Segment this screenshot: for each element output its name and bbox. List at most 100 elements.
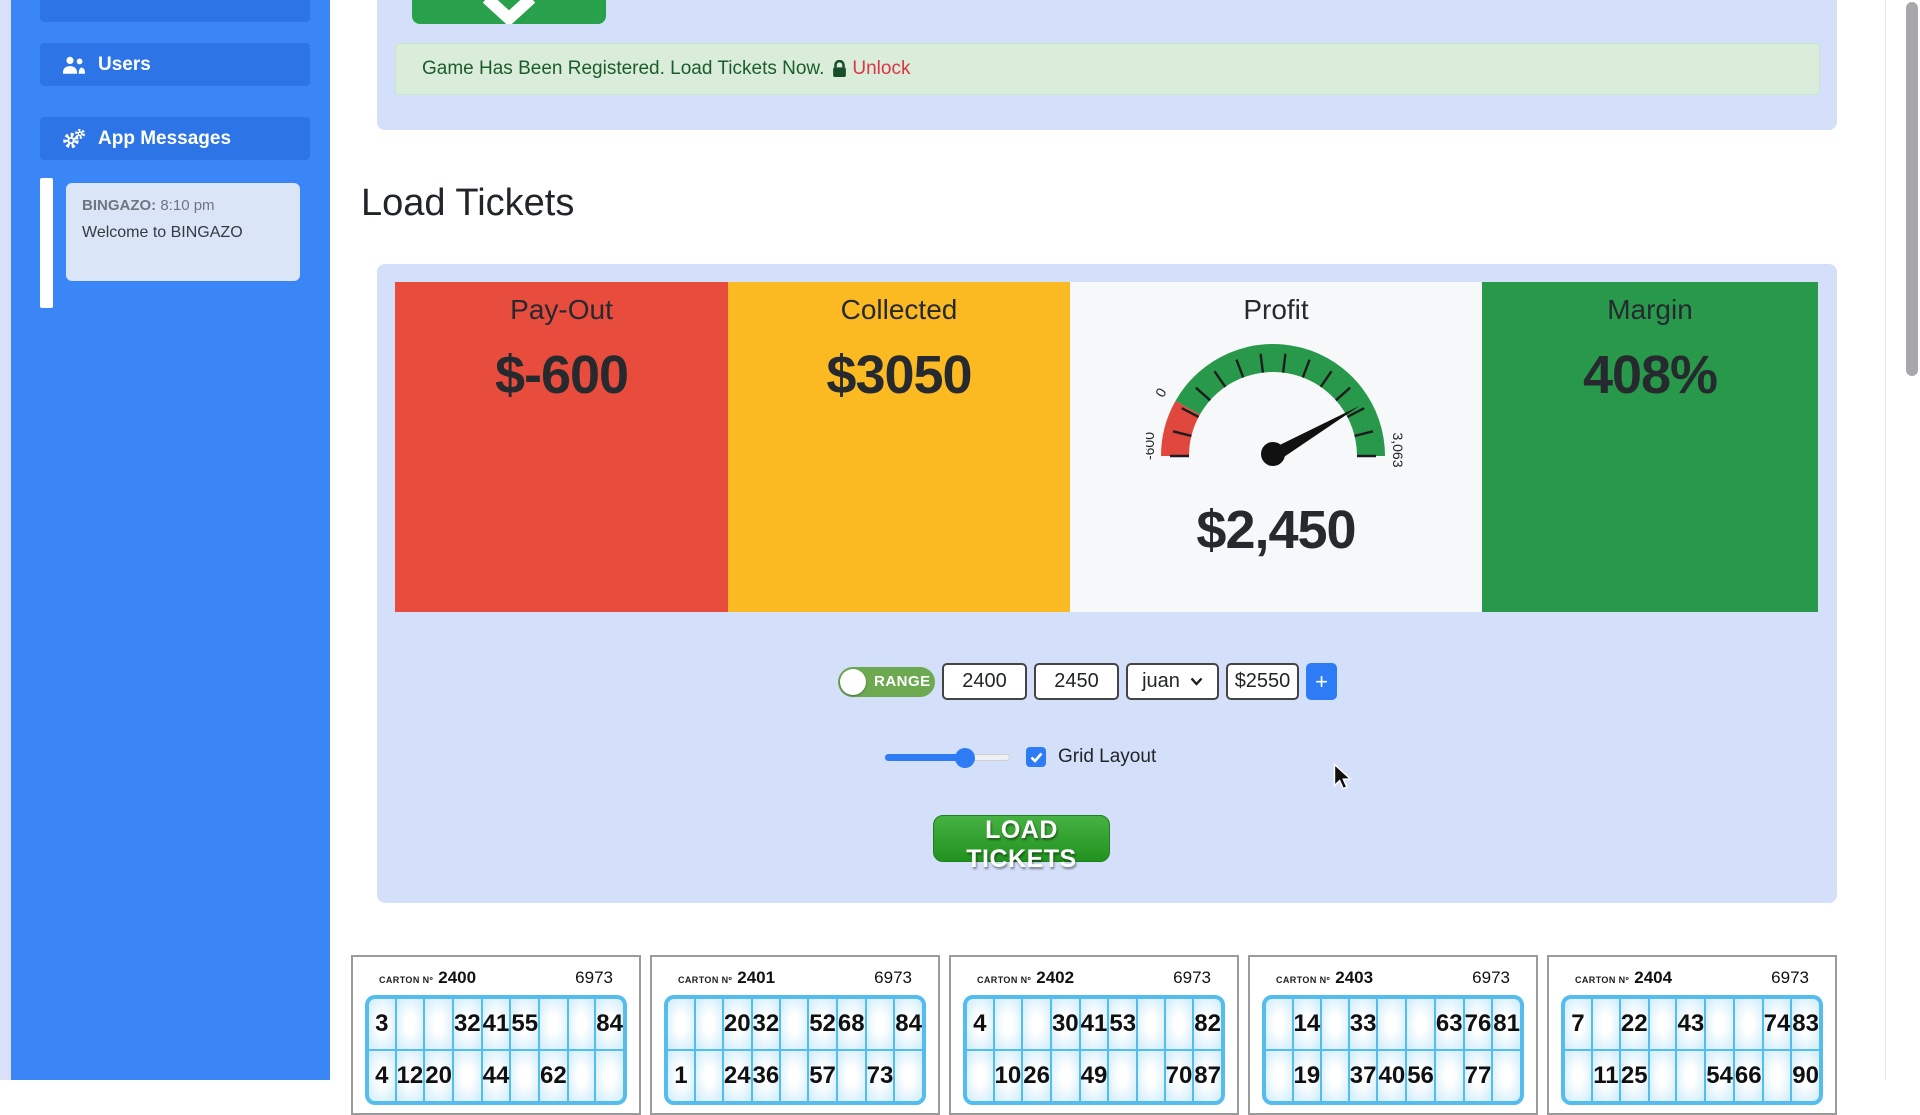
size-slider[interactable] (884, 754, 1010, 761)
ticket-cell (995, 999, 1022, 1049)
page-left-strip (0, 0, 11, 1080)
scrollbar-track[interactable] (1885, 0, 1920, 1080)
carton-number: 2403 (1335, 968, 1373, 988)
ticket-cell (425, 999, 452, 1049)
grid-layout-label: Grid Layout (1058, 746, 1156, 768)
ticket-serial: 6973 (874, 968, 912, 988)
ticket-cell: 54 (1706, 1051, 1733, 1101)
bingo-ticket-2404[interactable]: CARTON Nº240469737224374831125546690 (1547, 955, 1837, 1115)
app-message-card: BINGAZO: 8:10 pm Welcome to BINGAZO (66, 183, 300, 281)
stat-card-title: Collected (841, 294, 958, 326)
ticket-cell: 11 (1593, 1051, 1619, 1101)
svg-text:3,063: 3,063 (1390, 432, 1406, 467)
ticket-cell: 22 (1621, 999, 1648, 1049)
ticket-cell (696, 1051, 722, 1101)
ticket-cell (1407, 999, 1434, 1049)
message-sender: BINGAZO: (82, 197, 156, 214)
ticket-cell (1706, 999, 1733, 1049)
ticket-cell: 62 (540, 1051, 567, 1101)
ticket-cell (511, 1051, 538, 1101)
ticket-cell (668, 999, 694, 1049)
ticket-cell (781, 1051, 807, 1101)
ticket-serial: 6973 (1771, 968, 1809, 988)
ticket-cell (1650, 999, 1676, 1049)
ticket-cell: 70 (1166, 1051, 1193, 1101)
ticket-cell (454, 1051, 481, 1101)
ticket-header: CARTON Nº24036973 (1250, 968, 1536, 988)
ticket-cell: 32 (454, 999, 481, 1049)
bingo-ticket-2403[interactable]: CARTON Nº2403697314336376811937405677 (1248, 955, 1538, 1115)
ticket-cell (867, 999, 894, 1049)
ticket-cell (569, 999, 595, 1049)
message-accent-bar (40, 178, 53, 308)
ticket-cell (1266, 1051, 1292, 1101)
stat-card-title: Margin (1607, 294, 1693, 326)
ticket-cell: 1 (668, 1051, 694, 1101)
ticket-cell (781, 999, 807, 1049)
registered-success-box[interactable] (412, 0, 606, 24)
ticket-cell (1023, 999, 1050, 1049)
game-registered-alert: Game Has Been Registered. Load Tickets N… (395, 43, 1820, 95)
ticket-cell (838, 1051, 865, 1101)
user-select[interactable]: juan (1126, 663, 1219, 700)
ticket-cell (696, 999, 722, 1049)
slider-knob[interactable] (955, 748, 975, 768)
stat-card-pay-out: Pay-Out$-600 (395, 282, 728, 612)
ticket-cell: 49 (1081, 1051, 1108, 1101)
ticket-cell (1052, 1051, 1079, 1101)
price-input[interactable] (1226, 663, 1299, 700)
ticket-cell (1650, 1051, 1676, 1101)
carton-label: CARTON Nº (977, 975, 1031, 985)
stat-card-title: Profit (1243, 294, 1308, 326)
carton-number: 2402 (1036, 968, 1074, 988)
users-icon (62, 55, 86, 75)
caret-down-icon (1190, 677, 1203, 686)
svg-text:-600: -600 (1146, 432, 1157, 460)
ticket-grid: 7224374831125546690 (1561, 995, 1823, 1105)
ticket-grid: 14336376811937405677 (1262, 995, 1524, 1105)
ticket-cell: 66 (1735, 1051, 1762, 1101)
scrollbar-thumb[interactable] (1906, 2, 1918, 376)
load-tickets-button[interactable]: LOAD TICKETS (933, 815, 1110, 862)
ticket-from-input[interactable] (942, 663, 1027, 700)
ticket-cell (1593, 999, 1619, 1049)
ticket-header: CARTON Nº24016973 (652, 968, 938, 988)
ticket-cell (967, 1051, 993, 1101)
ticket-header: CARTON Nº24046973 (1549, 968, 1835, 988)
sidebar-item-partial[interactable] (40, 0, 310, 22)
ticket-cell: 41 (483, 999, 510, 1049)
ticket-cell: 55 (511, 999, 538, 1049)
sidebar-item-label: Users (98, 54, 151, 76)
stat-card-collected: Collected$3050 (728, 282, 1070, 612)
ticket-cell: 63 (1436, 999, 1463, 1049)
ticket-cell: 41 (1081, 999, 1108, 1049)
bingo-ticket-2401[interactable]: CARTON Nº240169732032526884124365773 (650, 955, 940, 1115)
ticket-cell: 84 (596, 999, 623, 1049)
ticket-cell: 33 (1350, 999, 1377, 1049)
message-time: 8:10 pm (160, 197, 214, 214)
ticket-cell: 44 (483, 1051, 510, 1101)
sidebar-item-users[interactable]: Users (40, 43, 310, 86)
stat-card-title: Pay-Out (510, 294, 613, 326)
ticket-cell: 40 (1378, 1051, 1405, 1101)
ticket-cell: 7 (1565, 999, 1591, 1049)
ticket-grid: 4304153821026497087 (963, 995, 1225, 1105)
ticket-cell: 90 (1792, 1051, 1819, 1101)
range-toggle[interactable]: RANGE (838, 667, 935, 697)
ticket-serial: 6973 (1472, 968, 1510, 988)
bingo-ticket-2402[interactable]: CARTON Nº240269734304153821026497087 (949, 955, 1239, 1115)
bingo-ticket-2400[interactable]: CARTON Nº24006973332415584412204462 (351, 955, 641, 1115)
carton-label: CARTON Nº (678, 975, 732, 985)
unlock-link[interactable]: Unlock (852, 58, 910, 80)
ticket-cell (1565, 1051, 1591, 1101)
sidebar-item-app-messages[interactable]: App Messages (40, 117, 310, 160)
grid-layout-checkbox[interactable] (1026, 747, 1046, 767)
ticket-cell (569, 1051, 595, 1101)
add-range-button[interactable]: + (1306, 663, 1337, 700)
ticket-cell: 20 (425, 1051, 452, 1101)
ticket-to-input[interactable] (1034, 663, 1119, 700)
stat-card-profit: Profit-60003,063$2,450 (1070, 282, 1482, 612)
toggle-knob[interactable] (840, 669, 866, 695)
page-title: Load Tickets (361, 182, 574, 225)
ticket-cell: 52 (809, 999, 836, 1049)
